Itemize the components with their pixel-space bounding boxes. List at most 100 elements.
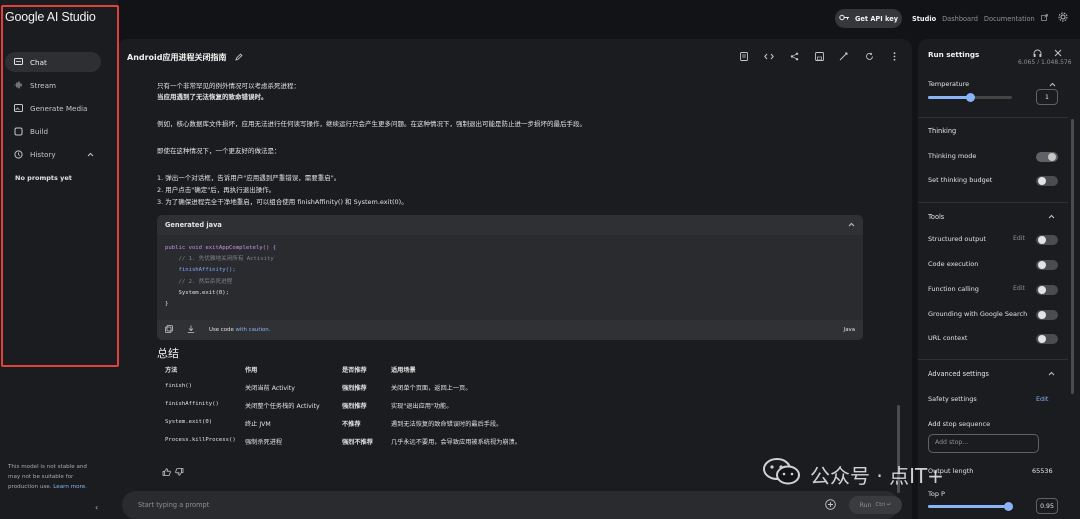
stop-sequence-input[interactable] (935, 439, 1030, 446)
structured-output-edit[interactable]: Edit (1013, 235, 1025, 242)
message-line: 2. 用户点击"确定"后，再执行退出操作。 (157, 186, 276, 194)
code-block: Generated java public void exitAppComple… (157, 215, 863, 340)
code-block-footer: Use code with caution. Java (157, 320, 863, 340)
table-cell: finish() (165, 383, 192, 389)
nav-dashboard[interactable]: Dashboard (942, 15, 978, 23)
temperature-slider-fill (928, 96, 970, 99)
code-line: } (165, 301, 169, 308)
code-execution-toggle[interactable] (1036, 260, 1058, 270)
top-p-slider-handle[interactable] (1003, 502, 1013, 511)
external-link-icon (1040, 14, 1048, 23)
instructions-icon[interactable] (739, 51, 749, 61)
run-settings-title: Run settings (928, 50, 980, 59)
watermark-text: 公众号 · 点IT+ (810, 464, 944, 488)
history-icon (13, 149, 23, 159)
model-stability-note: This model is not stable and may not be … (8, 462, 100, 492)
sidebar-item-history[interactable]: History (5, 144, 101, 164)
thumbs-down-icon[interactable] (175, 468, 184, 478)
sidebar-item-chat[interactable]: Chat (5, 52, 101, 72)
top-p-slider[interactable] (928, 502, 1013, 511)
table-header-cell: 是否推荐 (342, 367, 367, 374)
thinking-mode-toggle[interactable] (1036, 152, 1058, 162)
save-icon[interactable] (814, 51, 824, 61)
edit-pencil-icon[interactable] (234, 52, 243, 63)
table-cell: 关闭整个任务栈的 Activity (245, 403, 320, 410)
top-p-value[interactable]: 0.95 (1036, 498, 1058, 514)
advanced-settings-label: Advanced settings (928, 370, 989, 378)
prompt-input[interactable] (138, 499, 738, 511)
key-icon (839, 14, 850, 23)
compare-icon[interactable] (839, 51, 849, 61)
message-line: 只有一个非常罕见的例外情况可以考虑杀死进程： (157, 82, 300, 90)
collapse-sidebar-icon[interactable]: ‹ (95, 503, 98, 512)
stop-sequence-label: Add stop sequence (928, 420, 991, 428)
temperature-slider-handle[interactable] (966, 93, 975, 102)
thinking-budget-label: Set thinking budget (928, 176, 993, 184)
function-calling-edit[interactable]: Edit (1013, 285, 1025, 292)
sidebar-item-build[interactable]: Build (5, 121, 101, 141)
prompt-bar: Run Ctrl ↵ (122, 491, 902, 519)
advanced-settings-heading[interactable]: Advanced settings (928, 370, 1055, 378)
gear-icon[interactable] (1058, 12, 1068, 24)
structured-output-label: Structured output (928, 235, 986, 243)
feedback-row (162, 468, 184, 478)
thinking-budget-toggle[interactable] (1036, 176, 1058, 186)
run-button[interactable]: Run Ctrl ↵ (849, 496, 902, 514)
table-cell: 实现"退出应用"功能。 (391, 403, 453, 410)
code-block-title: Generated java (165, 221, 222, 229)
nav-documentation[interactable]: Documentation (984, 15, 1035, 23)
share-icon[interactable] (789, 51, 799, 61)
build-icon (13, 126, 23, 136)
chevron-up-icon[interactable] (848, 221, 855, 229)
table-cell: 关闭单个页面，返回上一页。 (391, 385, 472, 392)
sidebar-item-generate-media[interactable]: Generate Media (5, 98, 101, 118)
function-calling-toggle[interactable] (1036, 285, 1058, 295)
sidebar-item-label: Build (30, 126, 49, 136)
safety-settings-edit[interactable]: Edit (1036, 395, 1048, 403)
code-line: finishAffinity(); (165, 267, 236, 274)
more-vert-icon[interactable] (889, 51, 899, 61)
thumbs-up-icon[interactable] (162, 468, 171, 478)
chevron-up-icon[interactable] (1049, 80, 1056, 89)
table-cell: 强烈推荐 (342, 385, 367, 392)
output-length-value[interactable]: 65536 (1032, 467, 1053, 475)
summary-heading: 总结 (157, 347, 179, 360)
stop-sequence-field[interactable] (928, 434, 1039, 453)
temperature-value[interactable]: 1 (1036, 89, 1058, 105)
tools-heading-label: Tools (928, 213, 945, 221)
page-title: Android应用进程关闭指南 (127, 53, 227, 62)
code-line: public void exitAppCompletely() { (165, 245, 277, 251)
settings-scrollbar[interactable] (1071, 119, 1074, 394)
learn-more-link[interactable]: Learn more. (53, 484, 87, 490)
code-icon[interactable] (764, 51, 774, 61)
temperature-slider[interactable] (928, 93, 1012, 102)
chevron-up-icon[interactable] (1048, 213, 1055, 221)
add-circle-icon[interactable] (825, 499, 836, 512)
code-line: System.exit(0); (165, 289, 229, 296)
copy-icon[interactable] (165, 325, 173, 335)
table-cell: 关闭当前 Activity (245, 385, 295, 392)
sidebar-item-stream[interactable]: Stream (5, 75, 101, 95)
tools-heading[interactable]: Tools (928, 213, 1055, 221)
run-label: Run (859, 501, 872, 509)
nav-studio[interactable]: Studio (912, 15, 936, 23)
code-block-header[interactable]: Generated java (157, 215, 863, 235)
refresh-icon[interactable] (864, 51, 874, 61)
caution-link[interactable]: with caution. (236, 327, 271, 333)
table-cell: 强烈不推荐 (342, 439, 373, 446)
chevron-up-icon[interactable] (87, 150, 94, 159)
chat-title-row: Android应用进程关闭指南 (127, 52, 243, 63)
chevron-up-icon[interactable] (1048, 370, 1055, 378)
url-context-toggle[interactable] (1036, 334, 1058, 344)
download-icon[interactable] (187, 325, 195, 335)
sidebar-item-label: Stream (30, 80, 57, 90)
table-cell: 遇到无法恢复的致命错误时的最后手段。 (391, 421, 503, 428)
sidebar-item-label: Generate Media (30, 103, 88, 113)
no-prompts-text: No prompts yet (15, 174, 72, 182)
chat-icon (13, 57, 23, 67)
sidebar: Google AI Studio Chat Stream Generate Me… (0, 0, 118, 519)
message-line: 当应用遇到了无法恢复的致命错误时。 (157, 93, 268, 101)
structured-output-toggle[interactable] (1036, 235, 1058, 245)
grounding-toggle[interactable] (1036, 310, 1058, 320)
get-api-key-button[interactable]: Get API key (835, 9, 902, 28)
